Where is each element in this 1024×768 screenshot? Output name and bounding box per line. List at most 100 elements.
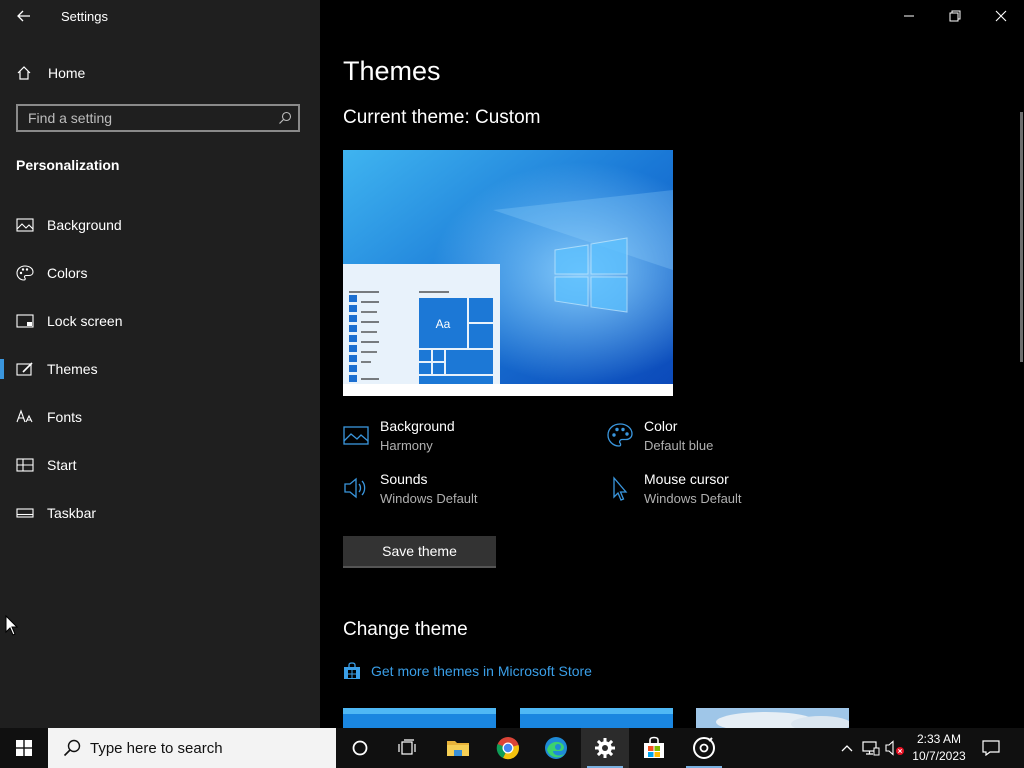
task-view-icon bbox=[398, 739, 416, 755]
sidebar-item-label: Background bbox=[47, 217, 122, 233]
search-icon bbox=[63, 739, 81, 757]
minimize-icon bbox=[904, 15, 914, 17]
taskbar-clock[interactable]: 2:33 AM 10/7/2023 bbox=[906, 731, 972, 765]
edge-icon bbox=[545, 737, 567, 759]
mouse-pointer-icon bbox=[5, 615, 19, 636]
sidebar-item-taskbar[interactable]: Taskbar bbox=[0, 493, 320, 533]
themes-page: Themes Current theme: Custom Aa Backgrou… bbox=[320, 0, 1024, 728]
theme-mouse-cursor-link[interactable]: Mouse cursor Windows Default bbox=[607, 471, 847, 515]
clock-time: 2:33 AM bbox=[916, 732, 962, 746]
file-explorer-button[interactable] bbox=[434, 728, 482, 768]
picture-icon bbox=[16, 218, 34, 232]
property-name: Background bbox=[380, 418, 455, 434]
theme-sounds-link[interactable]: Sounds Windows Default bbox=[343, 471, 583, 515]
palette-icon bbox=[607, 423, 633, 447]
home-label: Home bbox=[48, 65, 86, 81]
settings-icon bbox=[595, 738, 615, 758]
find-setting-input[interactable] bbox=[18, 110, 272, 126]
page-title: Themes bbox=[343, 56, 441, 86]
sidebar-item-lock-screen[interactable]: Lock screen bbox=[0, 301, 320, 341]
sidebar-item-home[interactable]: Home bbox=[16, 62, 85, 84]
network-tray-button[interactable] bbox=[860, 728, 882, 768]
chrome-button[interactable] bbox=[484, 728, 532, 768]
section-title: Personalization bbox=[16, 157, 120, 173]
palette-icon bbox=[16, 265, 34, 281]
property-value: Windows Default bbox=[644, 491, 742, 506]
preview-tile-text: Aa bbox=[436, 317, 451, 331]
sidebar-item-background[interactable]: Background bbox=[0, 205, 320, 245]
show-hidden-icons-button[interactable] bbox=[836, 728, 858, 768]
settings-taskbar-button[interactable] bbox=[581, 728, 629, 768]
property-value: Windows Default bbox=[380, 491, 478, 506]
theme-thumbnail-1[interactable] bbox=[343, 708, 496, 728]
lock-screen-icon bbox=[16, 314, 34, 328]
search-button[interactable] bbox=[272, 106, 298, 130]
task-view-button[interactable] bbox=[384, 728, 432, 768]
media-player-icon bbox=[693, 737, 715, 759]
volume-tray-button[interactable] bbox=[884, 728, 906, 768]
theme-color-link[interactable]: Color Default blue bbox=[607, 418, 847, 462]
notification-icon bbox=[982, 740, 1000, 756]
volume-muted-icon bbox=[885, 740, 904, 756]
file-explorer-icon bbox=[447, 741, 469, 756]
store-bag-icon bbox=[344, 662, 360, 679]
picture-icon bbox=[343, 426, 369, 445]
theme-preview: Aa bbox=[343, 150, 673, 396]
edge-button[interactable] bbox=[532, 728, 580, 768]
home-icon bbox=[17, 66, 31, 80]
sidebar-item-colors[interactable]: Colors bbox=[0, 253, 320, 293]
start-button[interactable] bbox=[0, 728, 48, 768]
start-icon bbox=[16, 458, 34, 472]
theme-thumbnail-2[interactable] bbox=[520, 708, 673, 728]
theme-background-link[interactable]: Background Harmony bbox=[343, 418, 583, 462]
network-icon bbox=[862, 741, 880, 756]
save-theme-button[interactable]: Save theme bbox=[343, 536, 496, 568]
cortana-button[interactable] bbox=[336, 728, 384, 768]
taskbar-search-box[interactable]: Type here to search bbox=[48, 728, 336, 768]
property-value: Harmony bbox=[380, 438, 433, 453]
taskbar: Type here to search 2:33 AM 10/7/2023 bbox=[0, 728, 1024, 768]
sidebar-item-themes[interactable]: Themes bbox=[0, 349, 320, 389]
store-icon bbox=[644, 736, 664, 758]
theme-thumbnail-3[interactable] bbox=[696, 708, 849, 728]
store-link-label: Get more themes in Microsoft Store bbox=[371, 663, 592, 679]
sidebar-item-start[interactable]: Start bbox=[0, 445, 320, 485]
taskbar-search-placeholder: Type here to search bbox=[90, 739, 223, 757]
restore-icon bbox=[949, 10, 961, 22]
windows-logo-icon bbox=[16, 740, 32, 756]
action-center-button[interactable] bbox=[976, 728, 1006, 768]
property-name: Color bbox=[644, 418, 678, 434]
sidebar-item-label: Colors bbox=[47, 265, 88, 281]
media-player-button[interactable] bbox=[680, 728, 728, 768]
restore-button[interactable] bbox=[932, 0, 978, 32]
back-arrow-icon bbox=[17, 10, 30, 22]
chevron-up-icon bbox=[841, 745, 853, 752]
close-button[interactable] bbox=[978, 0, 1024, 32]
settings-sidebar: Settings Home Personalization Background… bbox=[0, 0, 320, 728]
themes-icon bbox=[16, 362, 33, 376]
scrollbar[interactable] bbox=[1020, 112, 1023, 362]
fonts-icon bbox=[16, 409, 33, 423]
change-theme-heading: Change theme bbox=[343, 619, 468, 640]
minimize-button[interactable] bbox=[886, 0, 932, 32]
store-button[interactable] bbox=[630, 728, 678, 768]
close-icon bbox=[995, 10, 1007, 22]
property-name: Sounds bbox=[380, 471, 428, 487]
back-button[interactable] bbox=[10, 4, 38, 28]
sidebar-item-label: Start bbox=[47, 457, 77, 473]
speaker-icon bbox=[344, 477, 366, 499]
sidebar-item-label: Themes bbox=[47, 361, 98, 377]
sidebar-item-label: Fonts bbox=[47, 409, 83, 425]
find-setting-search[interactable] bbox=[16, 104, 300, 132]
sidebar-item-label: Lock screen bbox=[47, 313, 123, 329]
cursor-icon bbox=[613, 476, 628, 501]
current-theme-label: Current theme: Custom bbox=[343, 107, 541, 128]
chrome-icon bbox=[496, 737, 519, 760]
taskbar-icon bbox=[16, 508, 34, 518]
property-value: Default blue bbox=[644, 438, 714, 453]
get-more-themes-link[interactable]: Get more themes in Microsoft Store bbox=[343, 662, 592, 680]
sidebar-item-fonts[interactable]: Fonts bbox=[0, 397, 320, 437]
clock-date: 10/7/2023 bbox=[912, 749, 966, 763]
search-icon bbox=[279, 111, 292, 124]
app-title: Settings bbox=[61, 9, 108, 24]
